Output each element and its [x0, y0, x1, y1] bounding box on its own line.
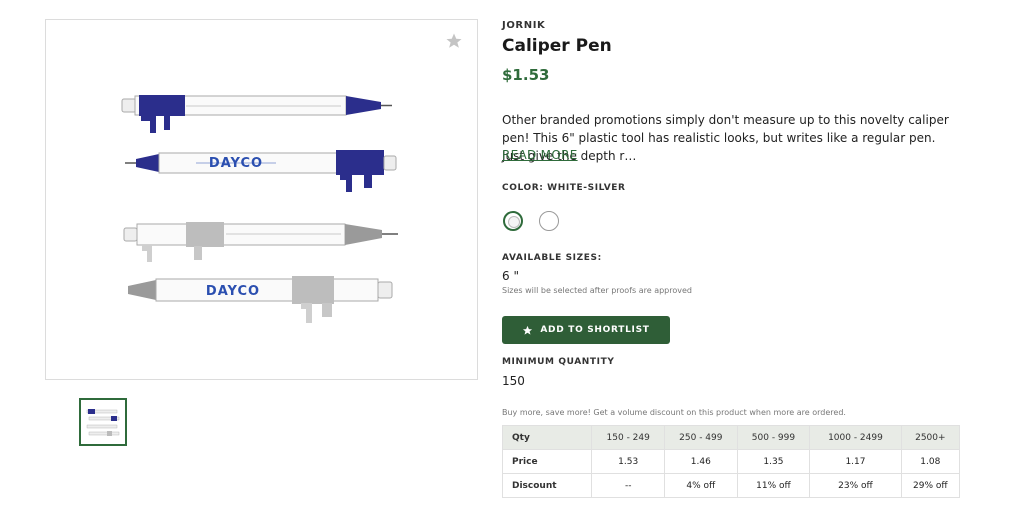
product-price: $1.53 — [502, 66, 550, 84]
size-value: 6 " — [502, 269, 519, 283]
thumbnail-image[interactable] — [79, 398, 127, 446]
header-cell: Qty — [501, 425, 593, 450]
table-cell: 29% off — [900, 473, 961, 498]
sizes-label: AVAILABLE SIZES: — [502, 253, 602, 263]
bulk-discount-note: Buy more, save more! Get a volume discou… — [502, 408, 846, 417]
table-cell: 1.35 — [736, 449, 811, 474]
table-cell: 1.08 — [900, 449, 961, 474]
header-cell: 150 - 249 — [591, 425, 666, 450]
pen-image-blue-dayco: DAYCO — [125, 150, 397, 192]
pen-image-silver-dayco: DAYCO — [128, 276, 393, 323]
table-cell: 1.17 — [809, 449, 902, 474]
pricing-table: Qty 150 - 249 250 - 499 500 - 999 1000 -… — [501, 425, 961, 498]
product-title: Caliper Pen — [502, 36, 612, 56]
size-note: Sizes will be selected after proofs are … — [502, 286, 692, 295]
add-to-shortlist-button[interactable]: ADD TO SHORTLIST — [502, 316, 670, 344]
pen-imprint-text: DAYCO — [209, 156, 263, 171]
table-cell: Price — [501, 449, 593, 474]
minimum-quantity-label: MINIMUM QUANTITY — [502, 357, 615, 367]
header-cell: 250 - 499 — [664, 425, 738, 450]
swatch-fill — [508, 216, 520, 228]
brand-name: JORNIK — [502, 20, 546, 31]
header-cell: 2500+ — [900, 425, 961, 450]
table-cell: 23% off — [809, 473, 902, 498]
add-to-shortlist-label: ADD TO SHORTLIST — [540, 325, 650, 335]
color-label: COLOR: WHITE-SILVER — [502, 183, 626, 193]
favorite-star-icon[interactable] — [445, 32, 463, 50]
table-row-discount: Discount -- 4% off 11% off 23% off 29% o… — [501, 473, 961, 498]
read-more-link[interactable]: READ MORE — [502, 148, 578, 162]
product-image-panel: DAYCO DAYCO — [45, 19, 478, 380]
color-swatch-white-silver[interactable] — [503, 211, 523, 231]
product-image: DAYCO DAYCO — [121, 95, 398, 323]
pen-imprint-text-2: DAYCO — [206, 284, 260, 299]
table-header-row: Qty 150 - 249 250 - 499 500 - 999 1000 -… — [501, 425, 961, 450]
table-cell: 1.53 — [591, 449, 666, 474]
table-cell: 11% off — [736, 473, 811, 498]
table-cell: -- — [591, 473, 666, 498]
pen-image-blue-caliper — [121, 95, 392, 133]
thumbnail-pens-icon — [86, 409, 120, 436]
table-row-price: Price 1.53 1.46 1.35 1.17 1.08 — [501, 449, 961, 474]
star-icon — [523, 325, 533, 335]
pen-image-silver-caliper — [123, 222, 398, 262]
minimum-quantity-value: 150 — [502, 374, 525, 388]
header-cell: 1000 - 2499 — [809, 425, 902, 450]
table-cell: 4% off — [664, 473, 738, 498]
header-cell: 500 - 999 — [736, 425, 811, 450]
table-cell: Discount — [501, 473, 593, 498]
color-swatch-white[interactable] — [539, 211, 559, 231]
table-cell: 1.46 — [664, 449, 738, 474]
